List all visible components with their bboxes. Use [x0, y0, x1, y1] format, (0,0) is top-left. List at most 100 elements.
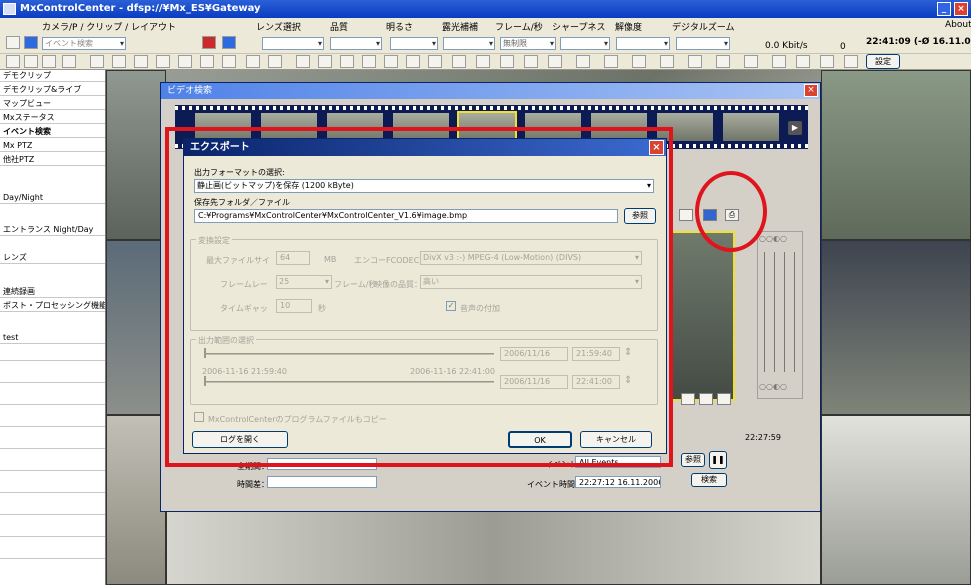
camera-view[interactable] — [106, 240, 166, 415]
play-icon[interactable] — [362, 55, 376, 68]
preview-image[interactable] — [671, 231, 735, 401]
layout-icon[interactable] — [222, 36, 236, 49]
event-search-combo[interactable]: イベント検索 — [42, 37, 126, 50]
toolbar-icon-32[interactable] — [796, 55, 810, 68]
toolbar-icon-25[interactable] — [604, 55, 618, 68]
save-icon[interactable] — [24, 36, 38, 49]
folder-icon[interactable] — [6, 36, 20, 49]
toolbar-icon-6[interactable] — [112, 55, 126, 68]
menu-camera[interactable]: カメラ/P / クリップ / レイアウト — [42, 20, 176, 33]
skip-forward-icon[interactable] — [428, 55, 442, 68]
info-icon[interactable] — [844, 55, 858, 68]
framerate-combo[interactable]: 無制限 — [500, 37, 556, 50]
sidebar-item-event-search[interactable]: イベント検索 — [0, 126, 105, 138]
event-time-field[interactable]: 22:27:12 16.11.2006 — [575, 476, 661, 488]
menu-sharpness[interactable]: シャープネス — [552, 20, 605, 33]
menu-quality[interactable]: 品質 — [330, 20, 348, 33]
minimize-button[interactable]: _ — [937, 2, 951, 16]
close-window-button[interactable]: × — [954, 2, 968, 16]
video-search-close-button[interactable]: × — [804, 84, 818, 97]
slider-track[interactable] — [794, 252, 795, 372]
sidebar-item-demo-clip-live[interactable]: デモクリップ&ライブ — [0, 84, 105, 96]
camera-view[interactable] — [166, 510, 821, 585]
toolbar-icon-10[interactable] — [200, 55, 214, 68]
toolbar-icon-26[interactable] — [632, 55, 646, 68]
zoom-combo[interactable] — [676, 37, 730, 50]
exposure-combo[interactable] — [443, 37, 495, 50]
camera-view[interactable] — [821, 70, 971, 240]
toolbar-icon-27[interactable] — [660, 55, 674, 68]
toolbar-icon-5[interactable] — [90, 55, 104, 68]
sidebar-item-day-night[interactable]: Day/Night — [0, 192, 105, 204]
toolbar-icon-11[interactable] — [222, 55, 236, 68]
time-diff-field[interactable] — [267, 476, 377, 488]
sidebar-item-lens[interactable]: レンズ — [0, 252, 105, 264]
frame-forward-icon[interactable] — [717, 393, 731, 405]
menu-framerate[interactable]: フレーム/秒 — [495, 20, 543, 33]
sidebar-item-other-ptz[interactable]: 他社PTZ — [0, 154, 105, 166]
lens-combo[interactable] — [262, 37, 324, 50]
skip-back-icon[interactable] — [296, 55, 310, 68]
filmstrip-next-icon[interactable]: ▶ — [788, 121, 802, 135]
menu-digital-zoom[interactable]: デジタルズーム — [672, 20, 735, 33]
binoculars-icon[interactable] — [268, 55, 282, 68]
rewind-icon[interactable] — [318, 55, 332, 68]
step-back-icon[interactable] — [340, 55, 354, 68]
fast-forward-icon[interactable] — [406, 55, 420, 68]
sidebar-item-demo-clip[interactable]: デモクリップ — [0, 70, 105, 82]
toolbar-icon-33[interactable] — [820, 55, 834, 68]
brightness-combo[interactable] — [390, 37, 438, 50]
toolbar-icon-31[interactable] — [772, 55, 786, 68]
toolbar-icon-21[interactable] — [500, 55, 514, 68]
toolbar-icon-7[interactable] — [134, 55, 148, 68]
export-small-icon[interactable] — [679, 209, 693, 221]
slider-track[interactable] — [774, 252, 775, 372]
toolbar-icon-20[interactable] — [476, 55, 490, 68]
camera-view[interactable] — [106, 415, 166, 585]
sidebar-item-continuous-recording[interactable]: 連続録画 — [0, 286, 105, 298]
resolution-combo[interactable] — [616, 37, 670, 50]
toolbar-icon-9[interactable] — [178, 55, 192, 68]
sidebar-item-post-processing[interactable]: ポスト・プロセッシング機能 — [0, 300, 105, 312]
menu-exposure[interactable]: 露光補補 — [442, 20, 478, 33]
sidebar-item-map-view[interactable]: マップビュー — [0, 98, 105, 110]
toolbar-icon-12[interactable] — [246, 55, 260, 68]
layout-single-icon[interactable] — [6, 55, 20, 68]
bitrate-label: 0.0 Kbit/s — [765, 41, 808, 51]
menu-lens[interactable]: レンズ選択 — [256, 20, 301, 33]
sidebar-item-mx-status[interactable]: Mxステータス — [0, 112, 105, 124]
sidebar-item-test[interactable]: test — [0, 332, 105, 344]
step-forward-icon[interactable] — [384, 55, 398, 68]
toolbar-icon-23[interactable] — [548, 55, 562, 68]
toolbar-icon-22[interactable] — [524, 55, 538, 68]
menu-brightness[interactable]: 明るさ — [386, 20, 413, 33]
quality-combo[interactable] — [330, 37, 382, 50]
sidebar-item-mx-ptz[interactable]: Mx PTZ — [0, 140, 105, 152]
pause-button[interactable]: ❚❚ — [709, 451, 727, 469]
menu-about[interactable]: About — [945, 20, 971, 30]
settings-button[interactable]: 設定 — [866, 54, 900, 69]
search-button[interactable]: 検索 — [691, 473, 727, 487]
reference-button[interactable]: 参照 — [681, 453, 705, 467]
slider-track[interactable] — [764, 252, 765, 372]
frame-play-icon[interactable] — [699, 393, 713, 405]
layout-grid-icon[interactable] — [24, 55, 38, 68]
toolbar-icon-29[interactable] — [716, 55, 730, 68]
filmstrip-thumbnail[interactable] — [723, 113, 779, 141]
slider-track[interactable] — [784, 252, 785, 372]
sharpness-combo[interactable] — [560, 37, 610, 50]
layout-multi-icon[interactable] — [62, 55, 76, 68]
pause-icon[interactable] — [452, 55, 466, 68]
camera-view[interactable] — [821, 415, 971, 585]
sidebar-item-entrance[interactable]: エントランス Night/Day — [0, 224, 105, 236]
camera-view[interactable] — [821, 240, 971, 415]
toolbar-icon-28[interactable] — [688, 55, 702, 68]
layout-quad-icon[interactable] — [42, 55, 56, 68]
camera-view[interactable] — [106, 70, 166, 240]
record-icon[interactable] — [202, 36, 216, 49]
frame-back-icon[interactable] — [681, 393, 695, 405]
menu-resolution[interactable]: 解像度 — [615, 20, 642, 33]
toolbar-icon-8[interactable] — [156, 55, 170, 68]
toolbar-icon-30[interactable] — [744, 55, 758, 68]
toolbar-icon-24[interactable] — [576, 55, 590, 68]
